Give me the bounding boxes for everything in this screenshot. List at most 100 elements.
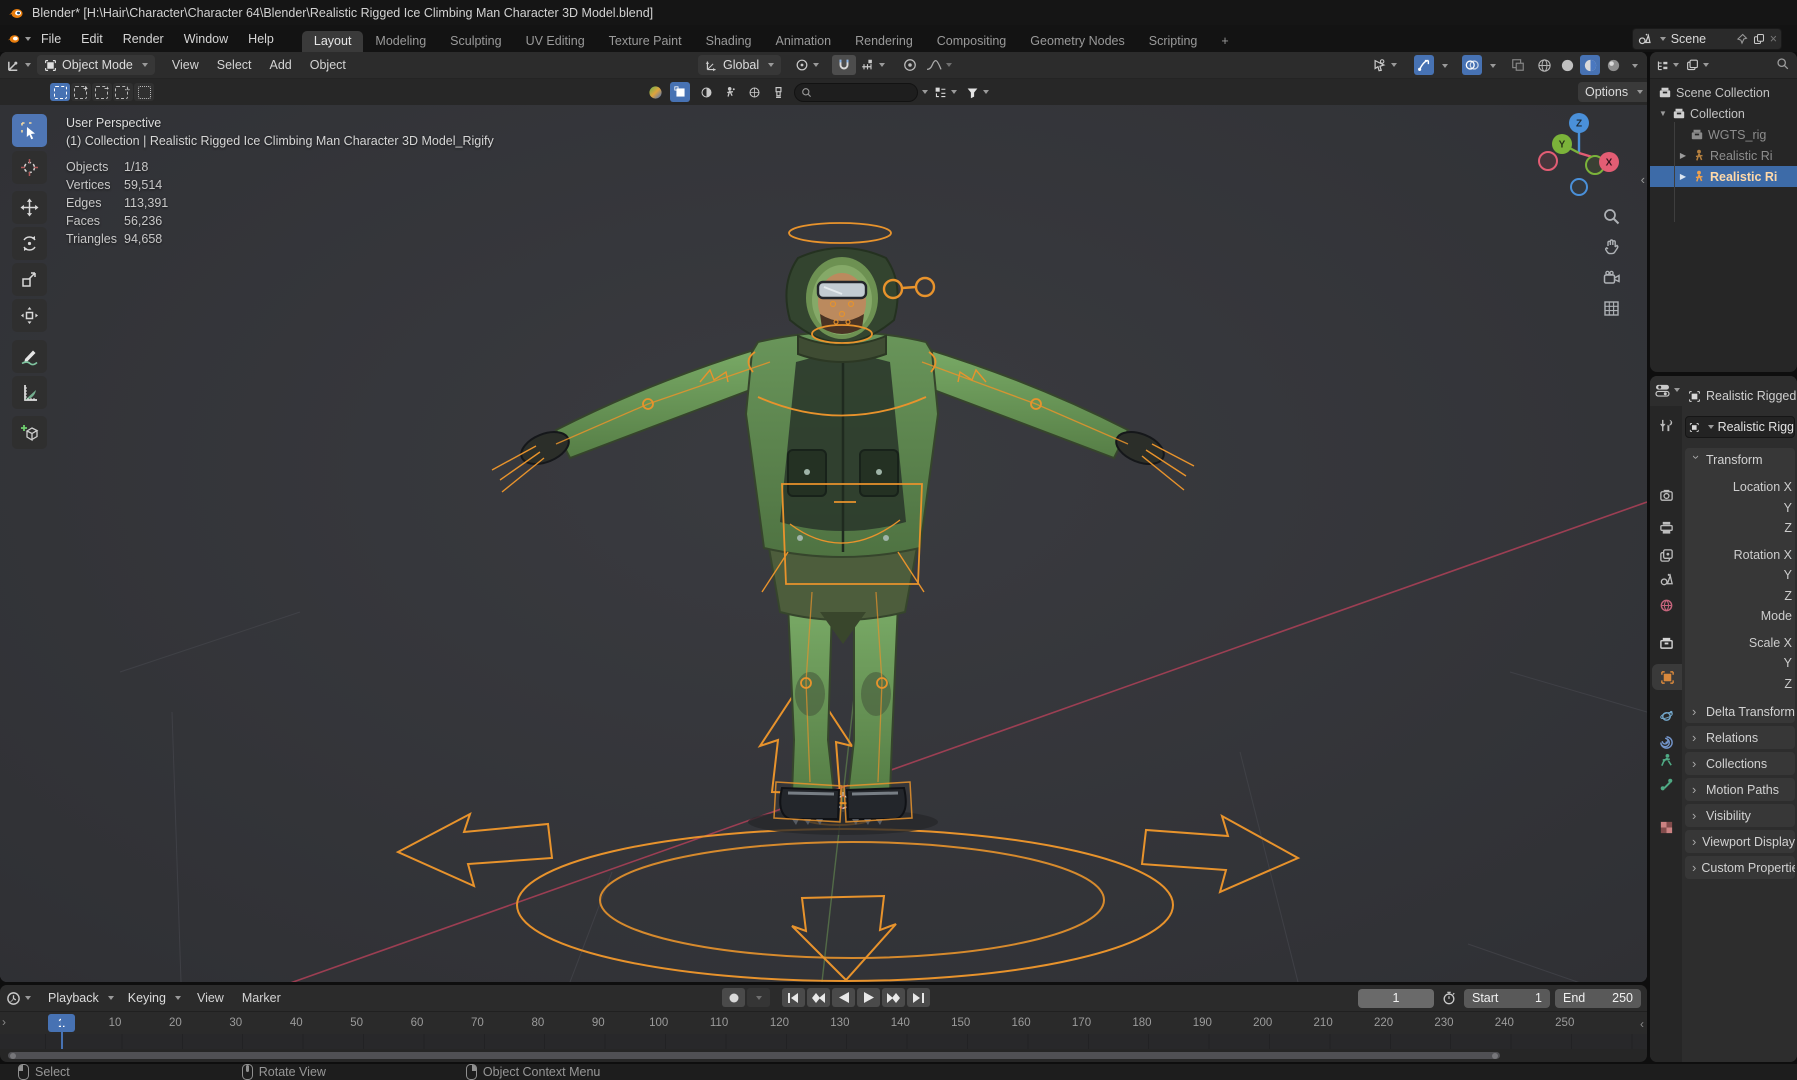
tab-world[interactable] — [1650, 592, 1682, 618]
jump-to-end-button[interactable] — [907, 988, 930, 1007]
select-mode-set-button[interactable] — [50, 83, 70, 101]
timeline-ruler[interactable]: 10 20 30 40 50 60 70 80 90 100 110 120 130 140 150 160 1… — [0, 1012, 1647, 1034]
gizmo-neg-z[interactable] — [1570, 178, 1588, 196]
show-overlays-toggle[interactable] — [1462, 55, 1482, 75]
workspace-tab-sculpting[interactable]: Sculpting — [438, 31, 513, 53]
current-frame-field[interactable]: 1 — [1358, 988, 1434, 1008]
tab-collection[interactable] — [1650, 630, 1682, 656]
scrollbar-right-handle[interactable] — [1492, 1052, 1498, 1059]
timeline-scrollbar-track[interactable] — [0, 1049, 1647, 1062]
tool-transform[interactable] — [12, 299, 47, 332]
menu-render[interactable]: Render — [113, 32, 174, 46]
toggle-ortho-icon[interactable] — [1599, 296, 1623, 320]
browse-id-icon[interactable] — [645, 82, 665, 102]
workspace-tab-modeling[interactable]: Modeling — [363, 31, 438, 53]
workspace-tab-scripting[interactable]: Scripting — [1137, 31, 1210, 53]
playhead-line[interactable] — [61, 1014, 63, 1049]
timeline-collapse-arrow[interactable]: ‹ — [1640, 1017, 1644, 1031]
workspace-tab-compositing[interactable]: Compositing — [925, 31, 1018, 53]
workspace-tab-texture-paint[interactable]: Texture Paint — [597, 31, 694, 53]
filter-funnel-dropdown[interactable] — [966, 82, 989, 102]
toggle-xray[interactable] — [1508, 55, 1528, 75]
tab-render[interactable] — [1650, 482, 1682, 508]
tab-armature-data[interactable] — [1650, 747, 1682, 773]
menu-viewport-select[interactable]: Select — [208, 58, 261, 72]
start-frame-field[interactable]: Start 1 — [1464, 988, 1550, 1008]
expand-triangle-icon[interactable]: ▶ — [1678, 172, 1688, 181]
pan-view-icon[interactable] — [1599, 234, 1623, 258]
tool-cursor[interactable] — [12, 151, 47, 184]
tab-physics[interactable] — [1650, 702, 1682, 728]
display-mode-dropdown[interactable] — [934, 82, 957, 102]
timeline-expand-arrow[interactable]: › — [2, 1015, 6, 1029]
collections-panel[interactable]: › Collections — [1685, 752, 1795, 775]
menu-viewport-object[interactable]: Object — [301, 58, 355, 72]
timeline-scrollbar[interactable] — [8, 1052, 1500, 1059]
workspace-tab-rendering[interactable]: Rendering — [843, 31, 925, 53]
mode-selector[interactable]: Object Mode — [37, 55, 155, 75]
tool-rotate[interactable] — [12, 227, 47, 260]
transform-orientation-dropdown[interactable]: Global — [698, 55, 782, 75]
blender-menu-button[interactable] — [6, 29, 31, 49]
show-object-types-dropdown[interactable] — [1372, 55, 1397, 75]
shading-solid-button[interactable] — [1557, 55, 1577, 75]
select-mode-extend-button[interactable]: + — [71, 83, 91, 101]
shading-wireframe-button[interactable] — [1534, 55, 1554, 75]
tool-select-box[interactable] — [12, 114, 47, 147]
play-button[interactable] — [857, 988, 880, 1007]
end-frame-field[interactable]: End 250 — [1555, 988, 1641, 1008]
object-name-field[interactable]: Realistic Rigg — [1685, 416, 1795, 438]
timeline-scrub-area[interactable] — [0, 1014, 1647, 1049]
menu-file[interactable]: File — [31, 32, 71, 46]
pin-icon[interactable] — [1736, 33, 1748, 45]
tool-annotate[interactable] — [12, 340, 47, 373]
relations-panel[interactable]: › Relations — [1685, 726, 1795, 749]
shading-rendered-button[interactable] — [1603, 55, 1623, 75]
motion-paths-panel[interactable]: › Motion Paths — [1685, 778, 1795, 801]
timeline-menu-keying[interactable]: Keying — [121, 988, 188, 1008]
custom-properties-panel[interactable]: › Custom Properties — [1685, 856, 1795, 879]
timeline-menu-marker[interactable]: Marker — [233, 991, 290, 1005]
zoom-view-icon[interactable] — [1599, 204, 1623, 228]
outliner-row-armature-1[interactable]: ▶ Realistic Ri — [1650, 145, 1797, 166]
workspace-tab-animation[interactable]: Animation — [764, 31, 844, 53]
timeline-menu-view[interactable]: View — [188, 991, 233, 1005]
previous-keyframe-button[interactable] — [807, 988, 830, 1007]
scrollbar-left-handle[interactable] — [10, 1052, 16, 1059]
properties-editor-type-button[interactable] — [1655, 380, 1680, 400]
navigation-gizmo[interactable]: Z Y X — [1533, 107, 1625, 199]
tool-move[interactable] — [12, 191, 47, 224]
outliner-display-mode-dropdown[interactable] — [1686, 55, 1709, 75]
workspace-tab-uv-editing[interactable]: UV Editing — [514, 31, 597, 53]
tab-texture[interactable] — [1650, 814, 1682, 840]
outliner-row-scene-collection[interactable]: Scene Collection — [1650, 82, 1797, 103]
keying-set-dropdown[interactable] — [747, 988, 770, 1007]
options-dropdown[interactable]: Options — [1578, 82, 1647, 102]
transform-panel-header[interactable]: › Transform — [1685, 448, 1795, 471]
outliner-filter-dropdown[interactable] — [1656, 55, 1679, 75]
tab-scene[interactable] — [1650, 566, 1682, 592]
filter-mesh-toggle[interactable] — [670, 82, 690, 102]
outliner-search-icon[interactable] — [1776, 57, 1789, 73]
filter-light-toggle[interactable] — [768, 82, 788, 102]
add-workspace-button[interactable]: + — [1209, 31, 1240, 53]
menu-viewport-add[interactable]: Add — [261, 58, 301, 72]
workspace-tab-geometry-nodes[interactable]: Geometry Nodes — [1018, 31, 1136, 53]
tab-view-layer[interactable] — [1650, 542, 1682, 568]
pivot-point-dropdown[interactable] — [795, 55, 819, 75]
tab-object-active[interactable] — [1652, 664, 1682, 690]
camera-view-icon[interactable] — [1599, 266, 1623, 290]
menu-window[interactable]: Window — [174, 32, 238, 46]
expand-triangle-icon[interactable]: ▼ — [1658, 109, 1668, 118]
next-keyframe-button[interactable] — [882, 988, 905, 1007]
outliner-row-collection[interactable]: ▼ Collection — [1650, 103, 1797, 124]
visibility-panel[interactable]: › Visibility — [1685, 804, 1795, 827]
filter-armature-toggle[interactable] — [720, 82, 740, 102]
proportional-falloff-dropdown[interactable] — [926, 55, 952, 75]
viewport-display-panel[interactable]: › Viewport Display — [1685, 830, 1795, 853]
unlink-scene-icon[interactable]: × — [1770, 32, 1777, 46]
timeline-menu-playback[interactable]: Playback — [41, 988, 121, 1008]
timeline-editor-type-button[interactable] — [6, 988, 31, 1008]
workspace-tab-layout[interactable]: Layout — [301, 30, 364, 53]
viewport-search-input[interactable] — [794, 82, 918, 102]
